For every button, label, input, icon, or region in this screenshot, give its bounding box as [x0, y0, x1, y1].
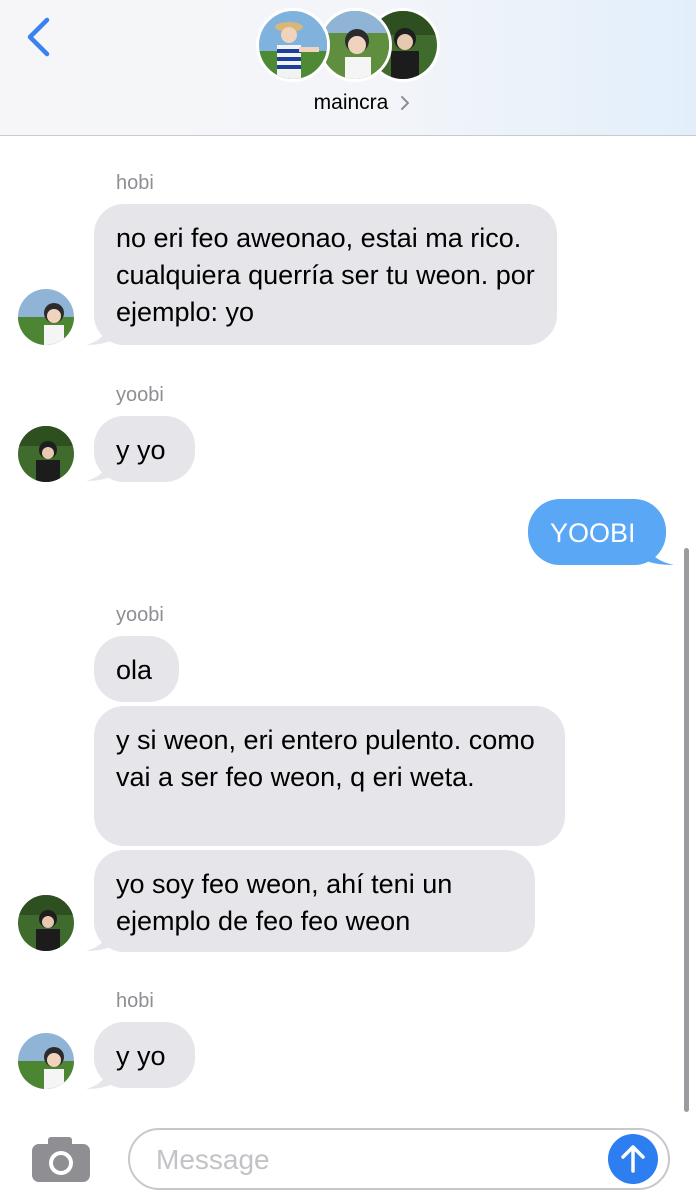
sender-name: hobi [116, 172, 154, 194]
scrollbar[interactable] [684, 548, 689, 1112]
sender-name: yoobi [116, 604, 164, 626]
conversation-header: maincra [0, 0, 696, 136]
message-text: ola [116, 655, 153, 685]
message-text: y yo [116, 435, 166, 465]
send-button[interactable] [608, 1134, 658, 1184]
group-name-button[interactable]: maincra [0, 88, 696, 118]
avatar-hobi[interactable] [18, 289, 74, 345]
message-bubble[interactable]: y yo [94, 416, 195, 482]
avatar-yoobi[interactable] [18, 426, 74, 482]
message-bubble[interactable]: yo soy feo weon, ahí teni un ejemplo de … [94, 850, 535, 952]
group-avatar-1 [256, 8, 330, 82]
chevron-left-icon [27, 17, 50, 57]
back-button[interactable] [18, 14, 58, 60]
chevron-right-icon [401, 96, 410, 110]
message-input[interactable]: Message [128, 1128, 670, 1190]
camera-icon [32, 1137, 90, 1182]
message-text: y yo [116, 1041, 166, 1071]
message-text: YOOBI [550, 518, 636, 548]
group-avatars[interactable] [256, 8, 446, 84]
sender-name: yoobi [116, 384, 164, 406]
message-bubble[interactable]: y si weon, eri entero pulento. como vai … [94, 706, 565, 846]
message-text: y si weon, eri entero pulento. como vai … [116, 725, 535, 792]
messages-screen: maincra hobi no eri feo aweonao, estai m… [0, 0, 696, 1200]
avatar-hobi[interactable] [18, 1033, 74, 1089]
camera-button[interactable] [30, 1134, 92, 1184]
message-bubble[interactable]: no eri feo aweonao, estai ma rico. cualq… [94, 204, 557, 345]
message-text: no eri feo aweonao, estai ma rico. cualq… [116, 223, 535, 327]
message-bubble[interactable]: ola [94, 636, 179, 702]
message-text: yo soy feo weon, ahí teni un ejemplo de … [116, 869, 453, 936]
message-bubble[interactable]: y yo [94, 1022, 195, 1088]
avatar-yoobi[interactable] [18, 895, 74, 951]
arrow-up-icon [621, 1145, 645, 1173]
message-placeholder: Message [156, 1144, 270, 1175]
sender-name: hobi [116, 990, 154, 1012]
message-bubble-outgoing[interactable]: YOOBI [528, 499, 666, 565]
group-name: maincra [313, 91, 389, 114]
